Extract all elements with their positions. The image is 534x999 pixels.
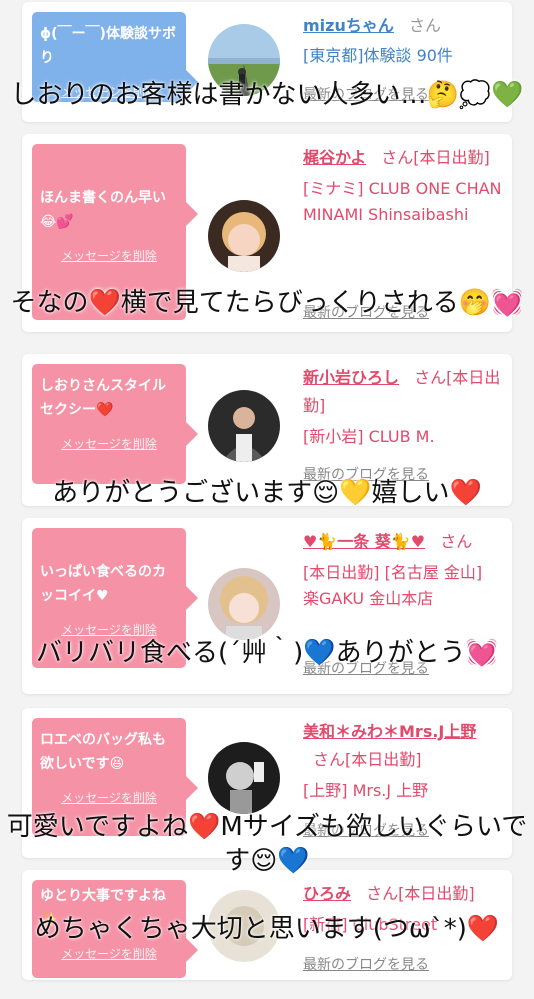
working-status: さん[本日出勤] (381, 148, 490, 167)
shop-info[interactable]: [本日出勤] [名古屋 金山] 楽GAKU 金山本店 (303, 560, 503, 612)
avatar[interactable] (208, 742, 280, 814)
shop-info[interactable]: [上野] Mrs.J 上野 (303, 778, 503, 804)
latest-blog-link[interactable]: 最新のブログを見る (303, 954, 429, 974)
avatar[interactable] (208, 200, 280, 272)
delete-message-link[interactable]: メッセージを削除 (40, 432, 178, 456)
working-status: さん[本日出勤] (313, 750, 422, 769)
message-bubble: しおりさんスタイルセクシー❤️ メッセージを削除 (32, 364, 198, 484)
overlay-caption: バリバリ食べる(´艸｀)💙ありがとう💓 (35, 638, 499, 668)
shop-info[interactable]: [新小岩] CLUB M. (303, 424, 503, 450)
overlay-caption: めちゃくちゃ大切と思います(つω`*)❤️ (34, 914, 500, 944)
user-name-link[interactable]: mizuちゃん (303, 16, 394, 35)
user-info: mizuちゃん さん [東京都]体験談 90件 (303, 12, 503, 69)
message-text: しおりさんスタイルセクシー❤️ (40, 378, 166, 418)
overlay-caption: そなの❤️横で見てたらびっくりされる🤭💓 (10, 288, 524, 318)
message-text: いっぱい食べるのカッコイイ♥ (40, 564, 166, 604)
avatar[interactable] (208, 390, 280, 462)
user-name-link[interactable]: 美和＊みわ＊Mrs.J上野 (303, 722, 476, 741)
user-info: ♥🐈一条 葵🐈♥ さん [本日出勤] [名古屋 金山] 楽GAKU 金山本店 (303, 528, 503, 612)
user-name-link[interactable]: ♥🐈一条 葵🐈♥ (303, 532, 425, 551)
user-info: 新小岩ひろし さん[本日出勤] [新小岩] CLUB M. (303, 364, 503, 450)
message-list-page: ɸ(￣ー￣)体験談サボり メッセージを削除 mizuちゃん さん [東京都]体験… (0, 0, 534, 999)
overlay-caption: 可愛いですよね❤️Mサイズも欲しいぐらいです😌💙 (6, 812, 528, 876)
overlay-caption: ありがとうございます😌💛嬉しい❤️ (52, 478, 482, 508)
user-info: 美和＊みわ＊Mrs.J上野 さん[本日出勤] [上野] Mrs.J 上野 (303, 718, 503, 804)
avatar[interactable] (208, 568, 280, 640)
delete-message-link[interactable]: メッセージを削除 (40, 786, 178, 810)
working-status: さん[本日出勤] (366, 884, 475, 903)
overlay-caption: しおりのお客様は書かない人多い…🤔💭💚 (10, 80, 524, 110)
user-name-link[interactable]: 梶谷かよ (303, 148, 366, 167)
honorific: さん (408, 16, 441, 35)
message-text: ロエベのバッグ私も欲しいです😆 (40, 732, 166, 772)
user-name-link[interactable]: ひろみ (303, 884, 351, 903)
honorific: さん (440, 532, 473, 551)
shop-info[interactable]: [ミナミ] CLUB ONE CHAN MINAMI Shinsaibashi (303, 176, 503, 228)
user-info: 梶谷かよ さん[本日出勤] [ミナミ] CLUB ONE CHAN MINAMI… (303, 144, 503, 228)
message-text: ɸ(￣ー￣)体験談サボり (40, 26, 176, 66)
message-text: ほんま書くのん早い😂💕 (40, 190, 166, 230)
user-name-link[interactable]: 新小岩ひろし (303, 368, 399, 387)
delete-message-link[interactable]: メッセージを削除 (40, 244, 178, 268)
shop-info[interactable]: [東京都]体験談 90件 (303, 43, 503, 69)
